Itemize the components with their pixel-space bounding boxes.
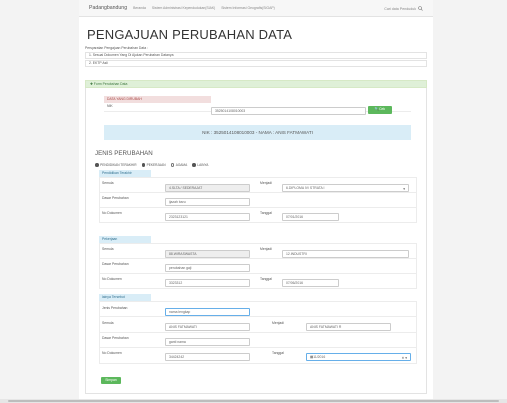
pendidikan-nodok-label: No Dokumen	[102, 211, 122, 215]
radio-pekerjaan[interactable]: PEKERJAAN	[141, 163, 166, 167]
lainya-jenis-label: Jenis Perubahan	[102, 306, 128, 310]
pekerjaan-menjadi-select[interactable]: 12.INDUSTRI	[282, 250, 409, 258]
pekerjaan-semula-input: 88.WIRASWASTA	[165, 250, 250, 258]
radio-dot	[95, 163, 99, 167]
lainya-semula-input[interactable]: ANIS FATMAWATI	[165, 323, 250, 331]
pendidikan-menjadi-label: Menjadi	[260, 181, 272, 185]
radio-dot	[170, 163, 175, 167]
spinner-icon[interactable]: ✕ ▾	[402, 355, 408, 360]
pendidikan-dasar-label: Dasar Perubahan	[102, 196, 129, 200]
brand-link[interactable]: Padangbandung	[89, 5, 127, 11]
radio-agama[interactable]: AGAMA	[170, 163, 188, 167]
lainya-header: lainya Tersebut	[99, 294, 151, 301]
nav-link-beranda[interactable]: Beranda	[133, 6, 146, 10]
nav-link-sigap[interactable]: Sistem Informasi Geografis(SIGAP)	[221, 6, 275, 10]
scrollbar-thumb[interactable]	[8, 400, 499, 402]
page-title: PENGAJUAN PERUBAHAN DATA	[87, 27, 293, 42]
page: Padangbandung Beranda Sistem Administras…	[79, 0, 433, 399]
search-icon	[418, 6, 423, 11]
pekerjaan-tanggal-label: Tanggal	[260, 277, 272, 281]
simpan-button[interactable]: Simpan	[101, 377, 121, 384]
requirement-item: 1. Sesuai Dokumen Yang Di Ajukan Perubah…	[85, 52, 427, 59]
select-value: 12.INDUSTRI	[286, 252, 307, 256]
pendidikan-semula-input: 4.SLTA / SEDERAJAT	[165, 184, 250, 192]
caret-down-icon: ▾	[403, 187, 405, 191]
nav-link-siak[interactable]: Sistem Administrasi Kependudukan(SIAK)	[152, 6, 215, 10]
pendidikan-nodok-input[interactable]: 2323123121	[165, 213, 250, 221]
pekerjaan-nodok-input[interactable]: 3323312	[165, 279, 250, 287]
requirements-heading: Persyaratan Pengajuan Perubahan Data :	[85, 46, 148, 50]
pekerjaan-tanggal-input[interactable]: 07/06/2016	[282, 279, 339, 287]
pekerjaan-menjadi-label: Menjadi	[260, 247, 272, 251]
pendidikan-tanggal-label: Tanggal	[260, 211, 272, 215]
pekerjaan-dasar-input[interactable]: perubahan gaji	[165, 264, 250, 272]
date-value: ▦11/2016	[310, 355, 326, 359]
lainya-nodok-label: No Dokumen	[102, 351, 122, 355]
pendidikan-dasar-input[interactable]: ijazah baru	[165, 198, 250, 206]
pekerjaan-semula-label: Semula	[102, 247, 114, 251]
navbar: Padangbandung Beranda Sistem Administras…	[79, 0, 433, 17]
data-changed-label: DATA YANG DIRUBAH	[104, 96, 211, 103]
lainya-tanggal-input[interactable]: ▦11/2016 ✕ ▾	[306, 353, 411, 361]
cek-button[interactable]: 🔍Cek	[368, 106, 392, 114]
lainya-menjadi-label: Menjadi	[272, 321, 284, 325]
nik-info-banner: NIK : 3525014108010003 - NAMA : ANIS FAT…	[104, 125, 411, 140]
radio-lainya[interactable]: LAINYA	[192, 163, 208, 167]
select-value: 6.DIPLOMA IV/ STRATA I	[286, 186, 325, 190]
radio-label: AGAMA	[175, 163, 188, 167]
lainya-dasar-label: Dasar Perubahan	[102, 336, 129, 340]
pendidikan-tanggal-input[interactable]: 07/01/2016	[282, 213, 339, 221]
radio-label: PEKERJAAN	[146, 163, 166, 167]
radio-label: PENDIDIKAN TERAKHIR	[100, 163, 137, 167]
nik-label: NIK	[107, 104, 113, 108]
radio-dot	[141, 163, 146, 167]
section-title-jenis-perubahan: JENIS PERUBAHAN	[95, 150, 153, 157]
change-type-radios: PENDIDIKAN TERAKHIR PEKERJAAN AGAMA LAIN…	[95, 163, 208, 167]
pekerjaan-header: Pekerjaan	[99, 236, 151, 243]
nik-input[interactable]: 3525014108010003	[211, 107, 366, 115]
pekerjaan-dasar-label: Dasar Perubahan	[102, 262, 129, 266]
radio-label: LAINYA	[197, 163, 209, 167]
pendidikan-menjadi-select[interactable]: 6.DIPLOMA IV/ STRATA I ▾	[282, 184, 409, 192]
lainya-dasar-input[interactable]: ganti nama	[165, 338, 250, 346]
search-box[interactable]: Cari data Penduduk	[384, 6, 423, 11]
pekerjaan-nodok-label: No Dokumen	[102, 277, 122, 281]
horizontal-scrollbar[interactable]	[0, 399, 507, 403]
pendidikan-semula-label: Semula	[102, 181, 114, 185]
lainya-nodok-input[interactable]: 34424242	[165, 353, 250, 361]
radio-pendidikan[interactable]: PENDIDIKAN TERAKHIR	[95, 163, 137, 167]
lainya-tanggal-label: Tanggal	[272, 351, 284, 355]
lainya-jenis-input[interactable]: nama lengkap	[165, 308, 250, 316]
lainya-semula-label: Semula	[102, 321, 114, 325]
pendidikan-header: Pendidikan Terakhir	[99, 170, 151, 177]
search-label: Cari data Penduduk	[384, 6, 416, 11]
requirement-item: 2. EKTP Asli	[85, 60, 427, 67]
lainya-menjadi-input[interactable]: ANIS FATMAWATI R	[306, 323, 391, 331]
form-panel-heading: ✚ Form Perubahan Data	[85, 80, 427, 88]
radio-dot	[192, 163, 196, 167]
